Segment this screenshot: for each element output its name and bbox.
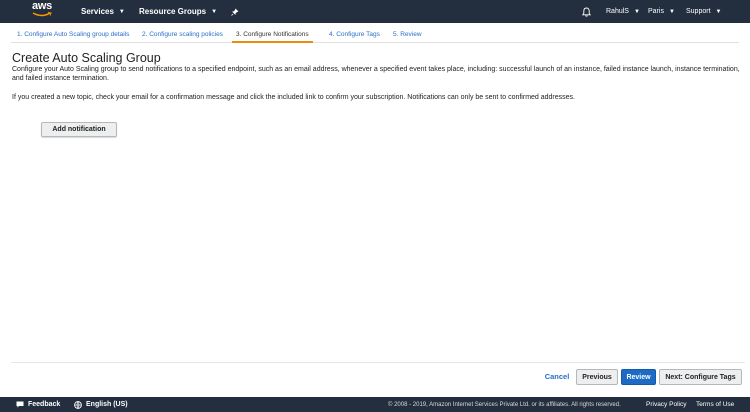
review-button[interactable]: Review xyxy=(621,369,656,385)
aws-smile-icon xyxy=(32,12,52,17)
chevron-down-icon: ▼ xyxy=(715,8,722,15)
terms-of-use-link[interactable]: Terms of Use xyxy=(696,397,734,412)
chevron-down-icon: ▼ xyxy=(633,8,640,15)
wizard-steps: 1. Configure Auto Scaling group details … xyxy=(11,27,739,43)
support-menu[interactable]: Support ▼ xyxy=(686,0,721,23)
aws-logo[interactable]: aws xyxy=(30,1,54,21)
services-menu[interactable]: Services ▼ xyxy=(81,0,125,23)
step-configure-scaling-policies[interactable]: 2. Configure scaling policies xyxy=(142,27,223,43)
region-label: Paris xyxy=(648,8,664,15)
step-configure-group-details[interactable]: 1. Configure Auto Scaling group details xyxy=(17,27,129,43)
divider xyxy=(11,362,745,363)
pin-icon xyxy=(231,8,239,16)
step-configure-tags[interactable]: 4. Configure Tags xyxy=(329,27,380,43)
globe-icon xyxy=(74,400,82,409)
step-configure-notifications[interactable]: 3. Configure Notifications xyxy=(232,27,313,43)
resource-groups-menu[interactable]: Resource Groups ▼ xyxy=(139,0,217,23)
confirmation-note: If you created a new topic, check your e… xyxy=(12,94,575,101)
footer: Feedback English (US) © 2008 - 2019, Ama… xyxy=(0,397,750,412)
aws-logo-text: aws xyxy=(32,0,52,12)
add-notification-button[interactable]: Add notification xyxy=(41,122,117,137)
bell-icon xyxy=(582,7,591,17)
chevron-down-icon: ▼ xyxy=(211,8,218,15)
top-nav: aws Services ▼ Resource Groups ▼ RahulS … xyxy=(0,0,750,23)
region-menu[interactable]: Paris ▼ xyxy=(648,0,675,23)
chevron-down-icon: ▼ xyxy=(668,8,675,15)
privacy-policy-link[interactable]: Privacy Policy xyxy=(646,397,686,412)
feedback-label: Feedback xyxy=(28,401,61,408)
language-selector[interactable]: English (US) xyxy=(74,397,128,412)
resource-groups-label: Resource Groups xyxy=(139,7,207,16)
copyright-text: © 2008 - 2019, Amazon Internet Services … xyxy=(388,401,621,408)
pin-button[interactable] xyxy=(231,0,239,23)
feedback-link[interactable]: Feedback xyxy=(16,397,60,412)
support-label: Support xyxy=(686,8,711,15)
services-label: Services xyxy=(81,7,114,16)
page-title: Create Auto Scaling Group xyxy=(12,51,161,65)
notifications-button[interactable] xyxy=(582,0,591,23)
step-review[interactable]: 5. Review xyxy=(393,27,422,43)
previous-button[interactable]: Previous xyxy=(576,369,618,385)
chevron-down-icon: ▼ xyxy=(118,8,125,15)
account-menu[interactable]: RahulS ▼ xyxy=(606,0,640,23)
next-configure-tags-button[interactable]: Next: Configure Tags xyxy=(659,369,742,385)
language-label: English (US) xyxy=(86,401,128,408)
speech-bubble-icon xyxy=(16,401,24,408)
cancel-button[interactable]: Cancel xyxy=(538,369,576,385)
account-label: RahulS xyxy=(606,8,629,15)
page-description: Configure your Auto Scaling group to sen… xyxy=(12,66,740,83)
